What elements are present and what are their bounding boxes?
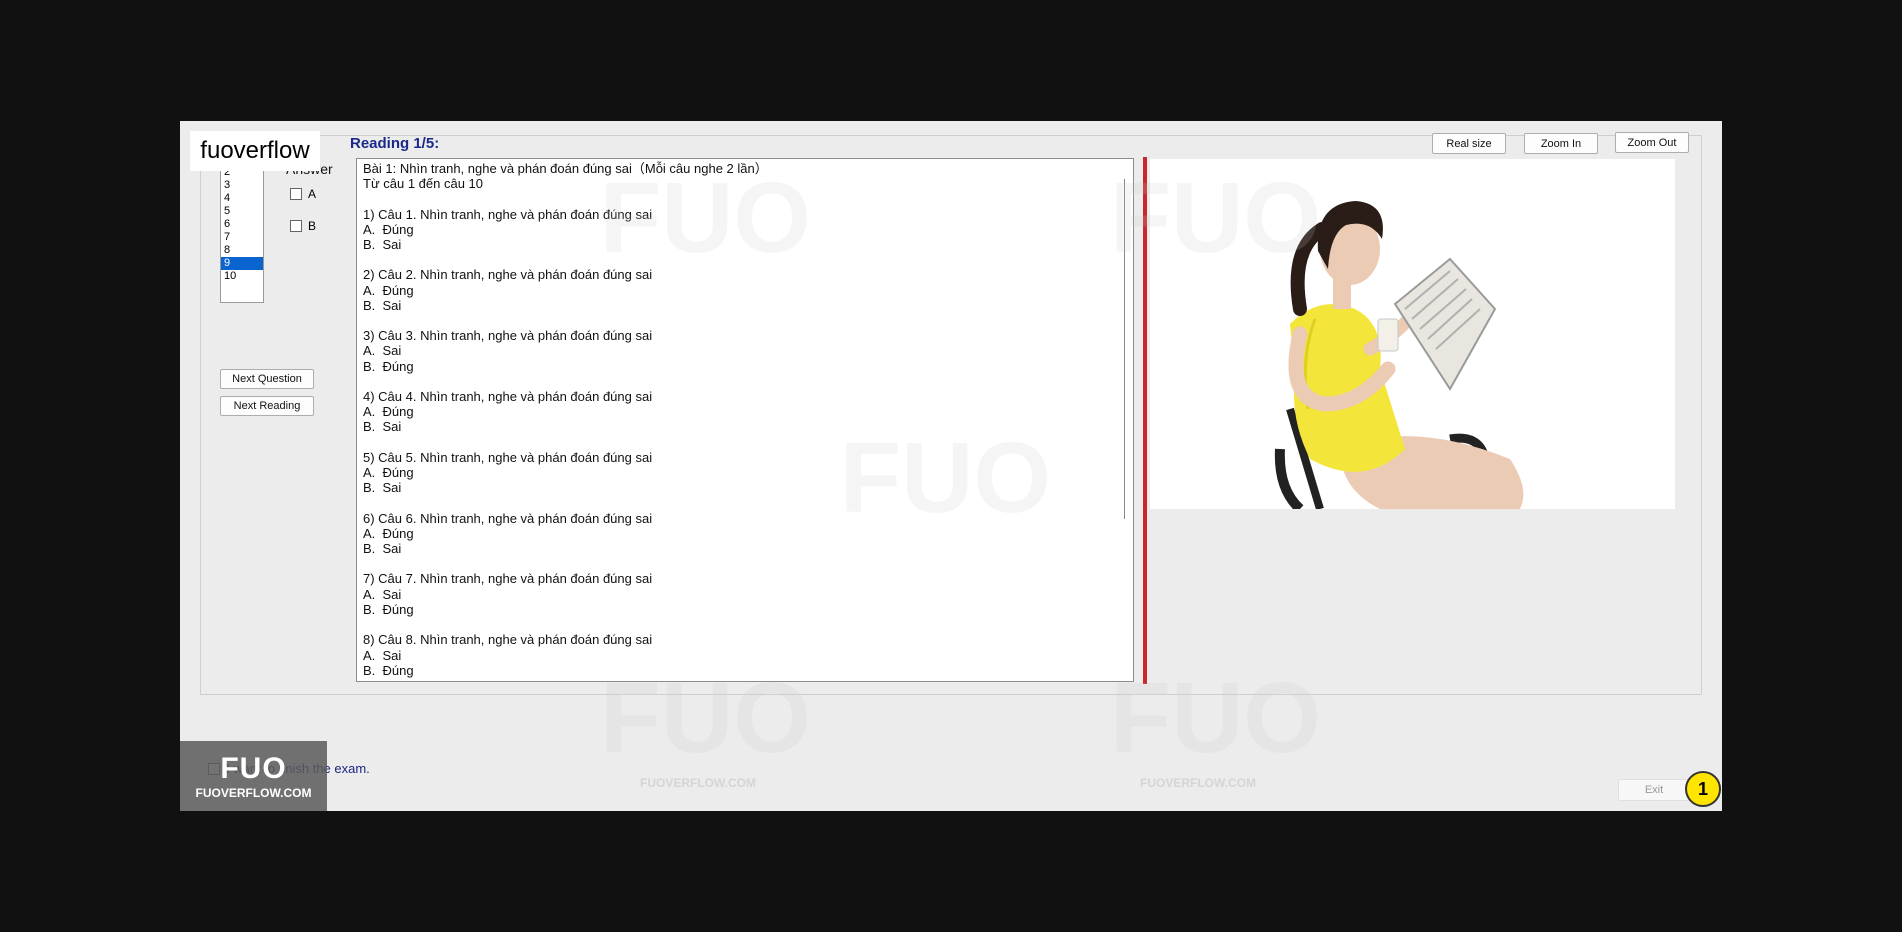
watermark-url: FUOVERFLOW.COM	[640, 776, 756, 790]
reading-line: A. Đúng	[363, 465, 414, 481]
reading-line: B. Sai	[363, 297, 402, 313]
answer-a-label: A	[308, 187, 317, 201]
question-item[interactable]: 7	[221, 231, 263, 244]
question-item[interactable]: 6	[221, 218, 263, 231]
reading-line: 1) Câu 1. Nhìn tranh, nghe và phán đoán …	[363, 206, 653, 222]
next-reading-button[interactable]: Next Reading	[220, 396, 314, 416]
question-item[interactable]: 10	[221, 270, 263, 283]
question-item[interactable]: 5	[221, 205, 263, 218]
reading-line: Bài 1: Nhìn tranh, nghe và phán đoán đún…	[363, 161, 768, 176]
reading-line: B. Sai	[363, 541, 402, 557]
fuo-logo: FUO FUOVERFLOW.COM	[180, 741, 327, 811]
reading-line	[363, 313, 1127, 328]
text-scrollbar[interactable]	[1124, 179, 1125, 519]
panel-splitter[interactable]	[1143, 157, 1147, 684]
zoom-out-button[interactable]: Zoom Out	[1615, 132, 1689, 153]
reading-line	[363, 252, 1127, 267]
next-question-button[interactable]: Next Question	[220, 369, 314, 389]
exam-window: fuoverflow 2 3 4 5 6 7 8 9 10 Answer A B…	[180, 121, 1722, 811]
reading-line	[363, 495, 1127, 510]
reading-line: A. Đúng	[363, 221, 414, 237]
reading-line: A. Đúng	[363, 525, 414, 541]
watermark-url: FUOVERFLOW.COM	[1140, 776, 1256, 790]
reading-line: 2) Câu 2. Nhìn tranh, nghe và phán đoán …	[363, 267, 653, 283]
question-list[interactable]: 2 3 4 5 6 7 8 9 10	[220, 163, 264, 303]
reading-line	[363, 556, 1127, 571]
reading-line	[363, 435, 1127, 450]
reading-line: B. Sai	[363, 419, 402, 435]
reading-line: 4) Câu 4. Nhìn tranh, nghe và phán đoán …	[363, 389, 653, 405]
reading-line: B. Sai	[363, 480, 402, 496]
question-item-selected[interactable]: 9	[221, 257, 263, 270]
answer-a-checkbox[interactable]	[290, 188, 302, 200]
reading-line: 8) Câu 8. Nhìn tranh, nghe và phán đoán …	[363, 632, 653, 648]
reading-line	[363, 374, 1127, 389]
reading-line: A. Đúng	[363, 404, 414, 420]
answer-b-checkbox[interactable]	[290, 220, 302, 232]
question-item[interactable]: 4	[221, 192, 263, 205]
reading-line: B. Sai	[363, 237, 402, 253]
real-size-button[interactable]: Real size	[1432, 133, 1506, 154]
question-item[interactable]: 8	[221, 244, 263, 257]
reading-line: B. Đúng	[363, 662, 414, 678]
fuoverflow-label: fuoverflow	[190, 131, 320, 171]
answer-b-label: B	[308, 219, 317, 233]
reading-line: 6) Câu 6. Nhìn tranh, nghe và phán đoán …	[363, 510, 653, 526]
reading-line	[363, 617, 1127, 632]
exit-button[interactable]: Exit	[1618, 779, 1690, 801]
reading-line: B. Đúng	[363, 601, 414, 617]
woman-reading-newspaper-illustration	[1150, 159, 1675, 509]
reading-line: A. Sai	[363, 343, 402, 359]
fuo-logo-text: FUO	[220, 752, 287, 785]
reading-title: Reading 1/5:	[350, 135, 440, 152]
reading-line: A. Sai	[363, 586, 402, 602]
reading-text-panel[interactable]: Bài 1: Nhìn tranh, nghe và phán đoán đún…	[356, 158, 1134, 682]
answer-option-a[interactable]: A	[290, 187, 316, 201]
question-item[interactable]: 3	[221, 179, 263, 192]
reading-line: B. Đúng	[363, 358, 414, 374]
reading-line: 5) Câu 5. Nhìn tranh, nghe và phán đoán …	[363, 449, 653, 465]
answer-option-b[interactable]: B	[290, 219, 316, 233]
reading-line: 3) Câu 3. Nhìn tranh, nghe và phán đoán …	[363, 328, 653, 344]
fuo-logo-url: FUOVERFLOW.COM	[195, 786, 312, 800]
reading-line: A. Sai	[363, 647, 402, 663]
reading-line	[363, 191, 1127, 206]
zoom-in-button[interactable]: Zoom In	[1524, 133, 1598, 154]
reading-text: Bài 1: Nhìn tranh, nghe và phán đoán đún…	[357, 159, 1133, 680]
reading-line: A. Đúng	[363, 282, 414, 298]
step-badge: 1	[1685, 771, 1721, 807]
reading-line: Từ câu 1 đến câu 10	[363, 176, 484, 192]
question-image	[1150, 159, 1675, 509]
reading-line: 7) Câu 7. Nhìn tranh, nghe và phán đoán …	[363, 571, 653, 587]
